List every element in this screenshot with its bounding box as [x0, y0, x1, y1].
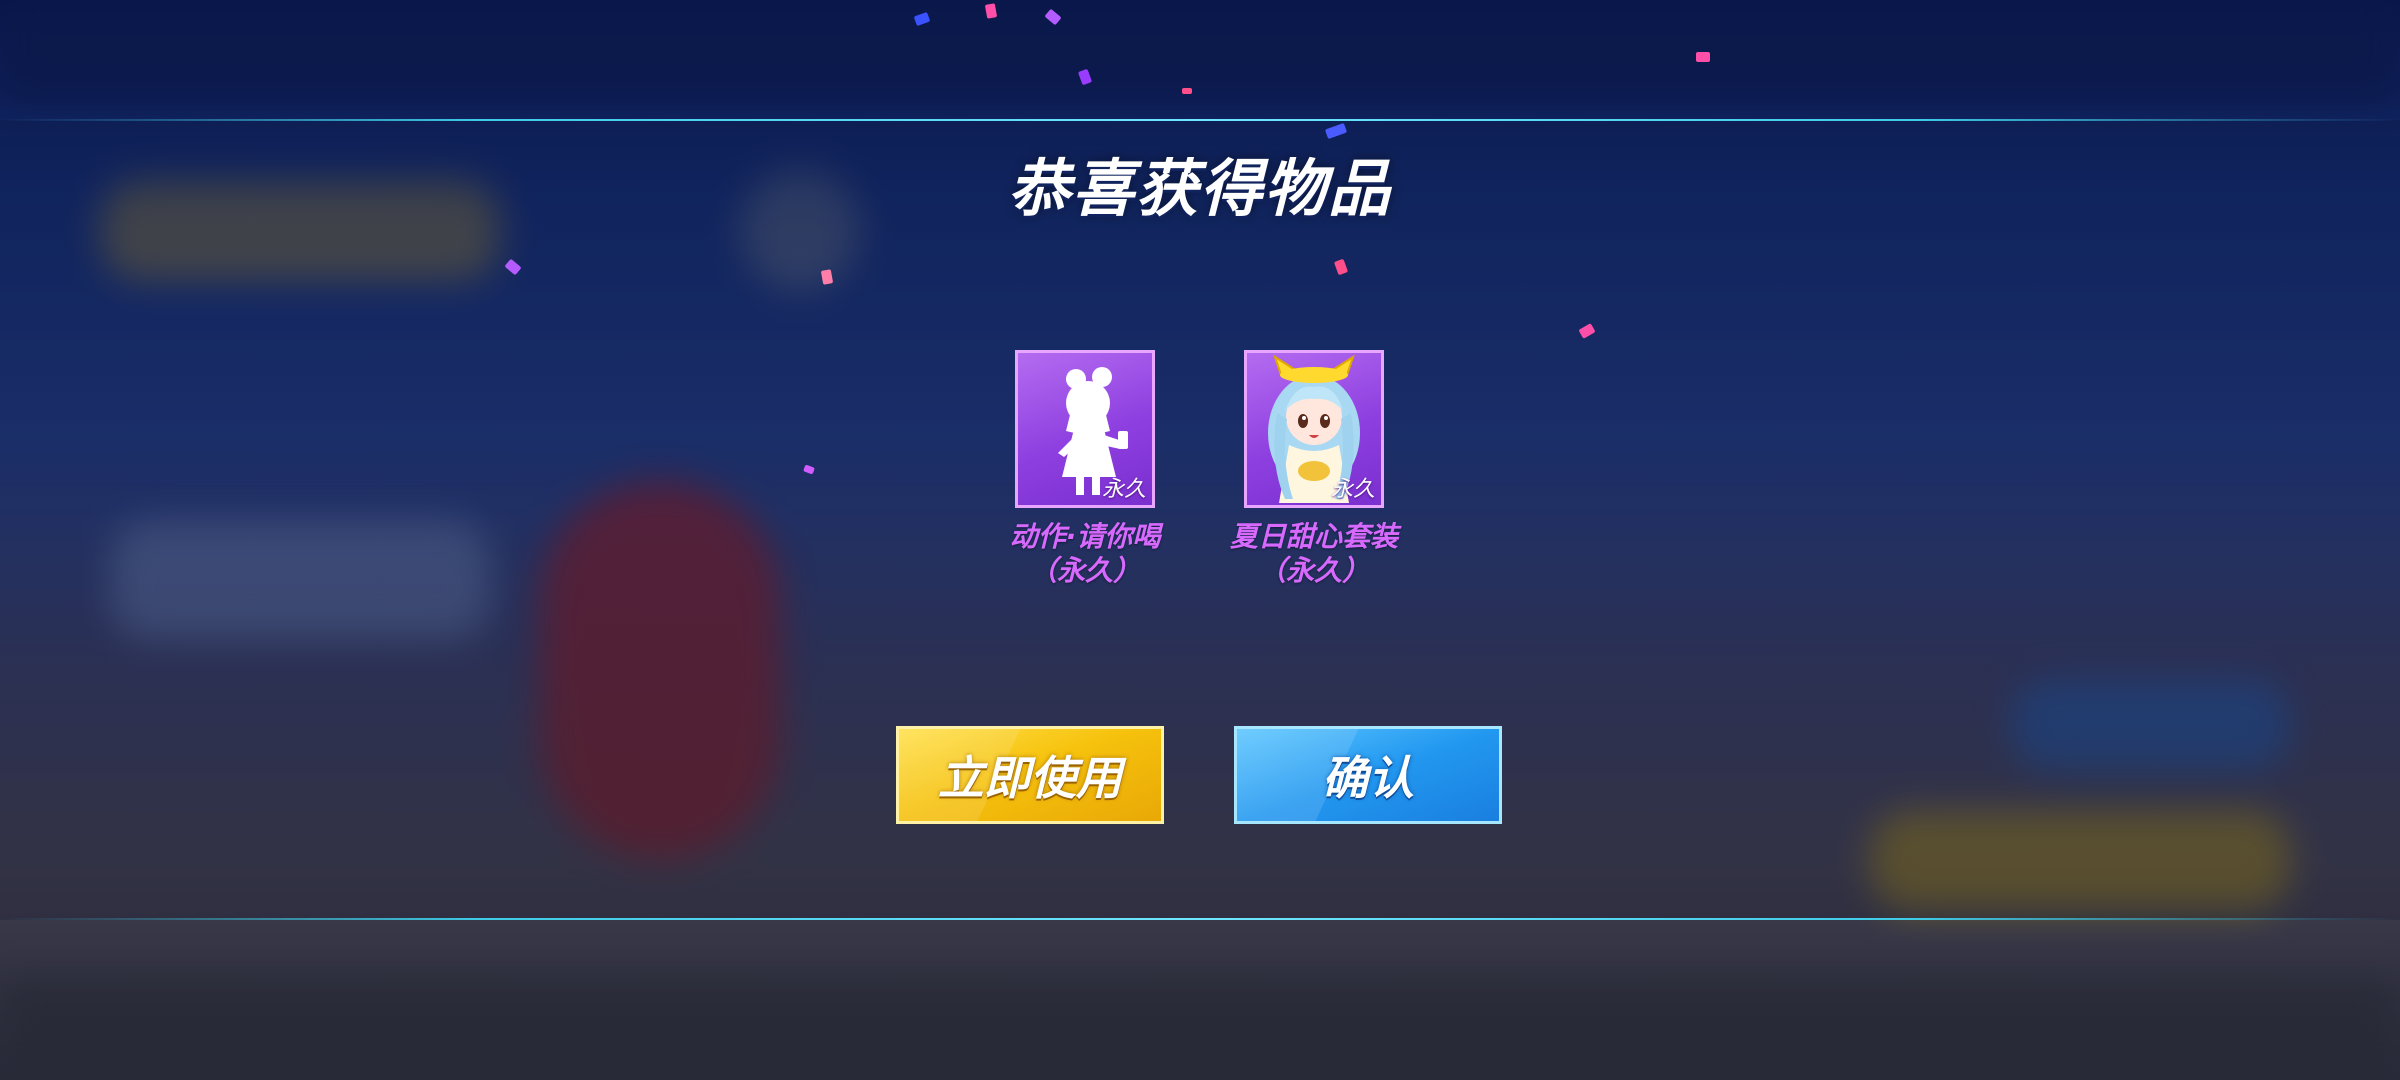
- confetti: [1182, 88, 1192, 94]
- reward-item-name: 夏日甜心套装 （永久）: [1214, 520, 1414, 588]
- reward-item[interactable]: 永久 动作·请你喝 （永久）: [985, 350, 1185, 588]
- permanent-tag: 永久: [1101, 477, 1146, 502]
- use-now-button[interactable]: 立即使用: [896, 726, 1164, 824]
- use-now-label: 立即使用: [938, 751, 1122, 805]
- reward-item-name: 动作·请你喝 （永久）: [985, 520, 1185, 588]
- dialog-bottom-border: [0, 918, 2400, 920]
- confirm-button[interactable]: 确认: [1234, 726, 1502, 824]
- reward-item-name-line2: （永久）: [1028, 554, 1141, 587]
- reward-item-name-line2: （永久）: [1257, 554, 1370, 587]
- dialog-top-border: [0, 119, 2400, 121]
- dialog-title: 恭喜获得物品: [1007, 152, 1392, 225]
- reward-item-card[interactable]: 永久: [1015, 350, 1155, 508]
- confirm-label: 确认: [1322, 751, 1414, 805]
- reward-item-name-line1: 夏日甜心套装: [1229, 520, 1398, 553]
- reward-item-name-line1: 动作·请你喝: [1009, 520, 1161, 553]
- confetti: [1696, 52, 1710, 62]
- permanent-tag: 永久: [1330, 477, 1375, 502]
- reward-dialog: [0, 120, 2400, 920]
- reward-item-card[interactable]: 永久: [1244, 350, 1384, 508]
- reward-item[interactable]: 永久 夏日甜心套装 （永久）: [1214, 350, 1414, 588]
